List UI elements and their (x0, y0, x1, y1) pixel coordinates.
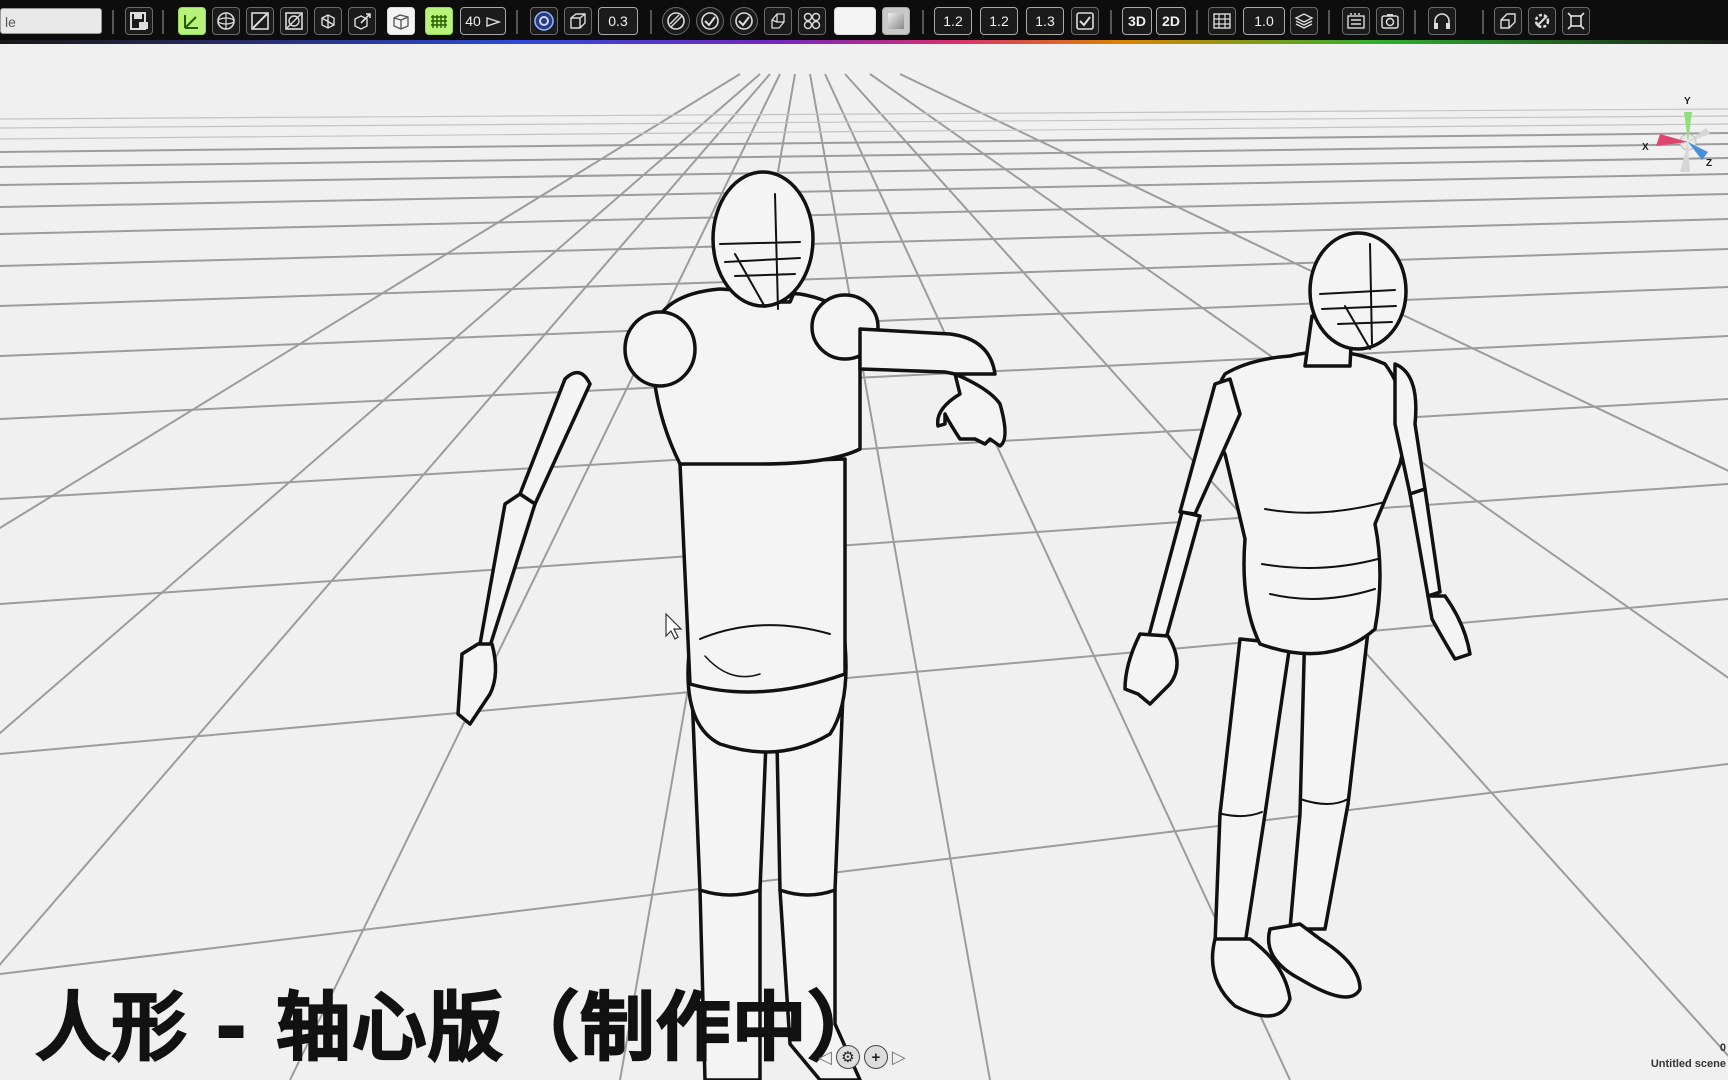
background-color-swatch[interactable] (834, 7, 876, 35)
toolbar-divider (162, 10, 164, 34)
toolbar-divider (112, 10, 114, 34)
paint-icon (667, 12, 685, 30)
object-count: 0 (1719, 1042, 1726, 1054)
check-icon (735, 12, 753, 30)
settings-icon[interactable]: ⚙ (835, 1045, 860, 1069)
shade-check-button[interactable] (730, 7, 758, 35)
select-tool-icon (184, 15, 198, 29)
cylinder-icon (771, 13, 785, 29)
scene-status: 0 Untitled scene (1651, 1040, 1726, 1072)
main-toolbar: le 40 0.3 1.2 1.2 1.3 3D 2D 1.0 (0, 0, 1728, 44)
camera-fov-value: 40 (465, 13, 481, 29)
script-button[interactable] (1494, 7, 1522, 35)
mannequin-simple[interactable] (456, 170, 1007, 1080)
sphere-object-icon (217, 12, 235, 30)
cube-button[interactable] (564, 7, 592, 35)
toolbar-divider (1482, 10, 1484, 34)
file-name-field[interactable]: le (0, 8, 102, 34)
outline-check-button[interactable] (696, 7, 724, 35)
frame-tool-button[interactable] (280, 7, 308, 35)
outline-width-field[interactable]: 0.3 (598, 7, 638, 35)
axis-x-label: X (1642, 142, 1649, 153)
add-icon[interactable]: + (863, 1045, 888, 1069)
target-button[interactable] (530, 7, 558, 35)
camera-fov-control[interactable]: 40 (460, 7, 506, 35)
scale-b-field[interactable]: 1.2 (980, 7, 1018, 35)
fit-view-icon (1567, 12, 1585, 30)
toolbar-divider (516, 10, 518, 34)
3d-viewport[interactable]: Y X Z 人形 - 轴心版（制作中） ◁ ⚙ + ▷ 0 Untitled s… (0, 44, 1728, 1080)
snapshot-icon (1381, 14, 1399, 29)
grid-floor-button[interactable] (425, 7, 453, 35)
grid-floor-icon (431, 15, 447, 28)
box-wire-icon (393, 14, 409, 30)
film-button[interactable] (1342, 7, 1370, 35)
layout-icon (803, 12, 821, 30)
snapshot-button[interactable] (1376, 7, 1404, 35)
sphere-tool-button[interactable] (212, 7, 240, 35)
check-circle-icon (701, 12, 719, 30)
scene-navigation-control: ◁ ⚙ + ▷ (818, 1044, 906, 1070)
material-icon (888, 13, 904, 29)
layers-icon (1294, 13, 1314, 29)
material-swatch[interactable] (882, 7, 910, 35)
view-2d-button[interactable]: 2D (1156, 7, 1186, 35)
slope-tool-button[interactable] (246, 7, 274, 35)
save-scene-icon (130, 12, 148, 30)
cube-arrow-button[interactable] (348, 7, 376, 35)
scene-name: Untitled scene (1650, 1058, 1726, 1070)
fit-view-button[interactable] (1562, 7, 1590, 35)
ground-grid-fine (0, 108, 1728, 140)
ground-grid (0, 73, 1728, 1080)
box-wire-button[interactable] (387, 7, 415, 35)
axis-z-label: Z (1706, 158, 1713, 169)
transform-tool-button[interactable] (314, 7, 342, 35)
frame-icon (285, 12, 303, 30)
select-tool-button[interactable] (178, 7, 206, 35)
toolbar-divider (1328, 10, 1330, 34)
axis-y-label: Y (1684, 96, 1691, 107)
settings-button[interactable] (1528, 7, 1556, 35)
toolbar-divider (1414, 10, 1416, 34)
settings-icon (1534, 13, 1550, 29)
checkbox-icon (1076, 12, 1094, 30)
previous-arrow-icon[interactable]: ◁ (818, 1044, 832, 1070)
scale-a-field[interactable]: 1.2 (934, 7, 972, 35)
layout-button[interactable] (798, 7, 826, 35)
light-value-field[interactable]: 1.0 (1243, 7, 1285, 35)
cube-arrow-icon (354, 13, 371, 30)
toolbar-divider (1196, 10, 1198, 34)
stack-layers-button[interactable] (1290, 7, 1318, 35)
headphones-icon (1434, 13, 1450, 29)
axis-gizmo[interactable]: Y X Z (1636, 94, 1728, 184)
mouse-cursor (665, 612, 683, 640)
cube-transform-icon (321, 14, 335, 29)
film-icon (1347, 13, 1365, 29)
cube-icon (570, 13, 586, 29)
view-3d-button[interactable]: 3D (1122, 7, 1152, 35)
code-icon (1500, 13, 1516, 29)
paint-button[interactable] (662, 7, 690, 35)
toolbar-divider (922, 10, 924, 34)
audio-button[interactable] (1428, 7, 1456, 35)
save-scene-button[interactable] (125, 7, 153, 35)
layers-grid-button[interactable] (1208, 7, 1236, 35)
layers-icon (1213, 13, 1231, 29)
axis-orientation-icon (1656, 112, 1710, 172)
cylinder-button[interactable] (764, 7, 792, 35)
toolbar-divider (650, 10, 652, 34)
toolbar-divider (1110, 10, 1112, 34)
slope-icon (251, 12, 269, 30)
next-arrow-icon[interactable]: ▷ (892, 1044, 906, 1070)
scene-canvas[interactable] (0, 44, 1728, 1080)
camera-icon (486, 17, 501, 28)
target-circle-icon (534, 11, 554, 31)
apply-checkbox[interactable] (1071, 7, 1099, 35)
video-caption: 人形 - 轴心版（制作中） (35, 984, 885, 1072)
scale-c-field[interactable]: 1.3 (1026, 7, 1064, 35)
